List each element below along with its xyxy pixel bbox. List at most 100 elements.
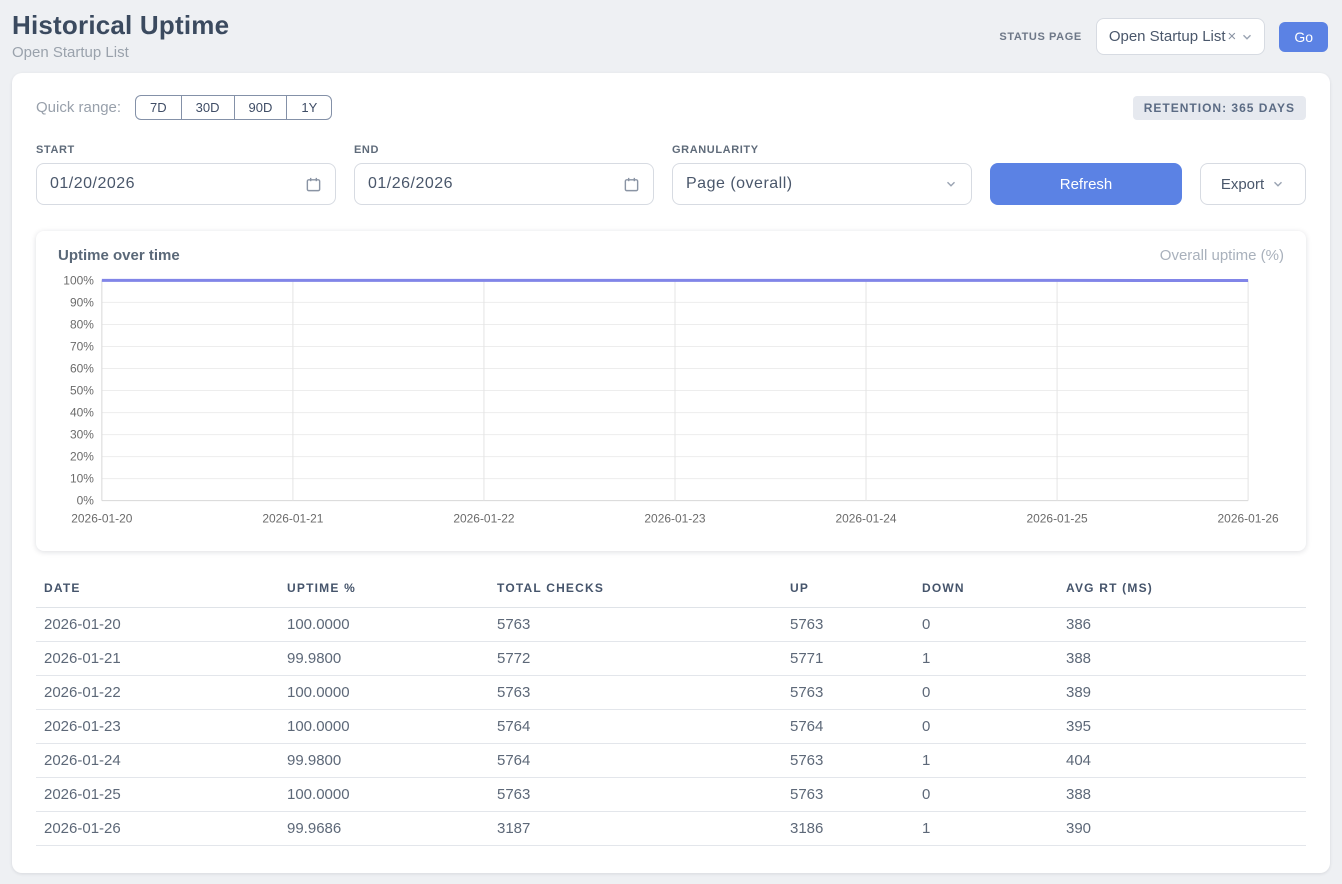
column-header-down: DOWN	[914, 575, 1058, 608]
column-header-total-checks: TOTAL CHECKS	[489, 575, 782, 608]
table-cell: 5772	[489, 642, 782, 676]
chart-header: Uptime over time Overall uptime (%)	[58, 247, 1284, 264]
quick-range-row: Quick range: 7D 30D 90D 1Y RETENTION: 36…	[36, 95, 1306, 120]
table-cell: 2026-01-20	[36, 608, 279, 642]
clear-selection-icon[interactable]: ×	[1228, 28, 1237, 45]
svg-text:20%: 20%	[70, 450, 94, 464]
granularity-selected-value: Page (overall)	[686, 175, 793, 193]
svg-text:0%: 0%	[77, 494, 95, 508]
table-cell: 100.0000	[279, 778, 489, 812]
granularity-label: GRANULARITY	[672, 144, 972, 156]
table-cell: 389	[1058, 676, 1306, 710]
end-date-field: END 01/26/2026	[354, 144, 654, 205]
chevron-down-icon	[1271, 177, 1285, 191]
table-row: 2026-01-2499.9800576457631404	[36, 744, 1306, 778]
calendar-icon[interactable]	[305, 176, 322, 193]
chart-title: Uptime over time	[58, 247, 180, 264]
chevron-down-icon	[944, 177, 958, 191]
table-cell: 100.0000	[279, 676, 489, 710]
column-header-up: UP	[782, 575, 914, 608]
header-controls: STATUS PAGE Open Startup List × Go	[999, 18, 1328, 55]
quick-range-7d-button[interactable]: 7D	[135, 95, 182, 120]
main-card: Quick range: 7D 30D 90D 1Y RETENTION: 36…	[12, 73, 1330, 873]
table-cell: 99.9800	[279, 744, 489, 778]
table-cell: 2026-01-23	[36, 710, 279, 744]
quick-range-30d-button[interactable]: 30D	[181, 95, 235, 120]
table-cell: 0	[914, 608, 1058, 642]
table-cell: 0	[914, 710, 1058, 744]
start-date-field: START 01/20/2026	[36, 144, 336, 205]
table-cell: 0	[914, 676, 1058, 710]
svg-text:10%: 10%	[70, 472, 94, 486]
table-cell: 5763	[489, 608, 782, 642]
table-cell: 388	[1058, 642, 1306, 676]
svg-text:80%: 80%	[70, 317, 94, 331]
end-date-input[interactable]: 01/26/2026	[354, 163, 654, 205]
svg-text:90%: 90%	[70, 295, 94, 309]
table-row: 2026-01-2699.9686318731861390	[36, 812, 1306, 846]
table-row: 2026-01-23100.0000576457640395	[36, 710, 1306, 744]
table-cell: 388	[1058, 778, 1306, 812]
table-cell: 5771	[782, 642, 914, 676]
svg-text:70%: 70%	[70, 339, 94, 353]
svg-text:100%: 100%	[63, 274, 94, 287]
refresh-button[interactable]: Refresh	[990, 163, 1182, 205]
filter-form-row: START 01/20/2026 END 01/26/2026 GRANULAR…	[36, 144, 1306, 205]
table-cell: 99.9686	[279, 812, 489, 846]
chart-card: Uptime over time Overall uptime (%) 0% 10…	[36, 231, 1306, 551]
table-cell: 3187	[489, 812, 782, 846]
export-button-label: Export	[1221, 176, 1264, 193]
table-cell: 395	[1058, 710, 1306, 744]
calendar-icon[interactable]	[623, 176, 640, 193]
table-cell: 0	[914, 778, 1058, 812]
table-cell: 386	[1058, 608, 1306, 642]
table-cell: 5764	[489, 744, 782, 778]
start-date-input[interactable]: 01/20/2026	[36, 163, 336, 205]
table-cell: 100.0000	[279, 608, 489, 642]
table-cell: 5763	[489, 676, 782, 710]
title-block: Historical Uptime Open Startup List	[12, 10, 229, 61]
chart-legend-label: Overall uptime (%)	[1160, 247, 1284, 264]
svg-text:60%: 60%	[70, 361, 94, 375]
svg-text:2026-01-23: 2026-01-23	[644, 512, 705, 526]
table-cell: 1	[914, 812, 1058, 846]
end-date-value: 01/26/2026	[368, 175, 453, 193]
table-cell: 99.9800	[279, 642, 489, 676]
quick-range-90d-button[interactable]: 90D	[234, 95, 288, 120]
table-cell: 5764	[489, 710, 782, 744]
quick-range-1y-button[interactable]: 1Y	[286, 95, 332, 120]
end-date-label: END	[354, 144, 654, 156]
retention-badge: RETENTION: 365 DAYS	[1133, 96, 1306, 120]
go-button[interactable]: Go	[1279, 22, 1328, 52]
column-header-date: DATE	[36, 575, 279, 608]
page-title: Historical Uptime	[12, 10, 229, 41]
table-row: 2026-01-20100.0000576357630386	[36, 608, 1306, 642]
svg-text:2026-01-26: 2026-01-26	[1218, 512, 1279, 526]
status-page-select[interactable]: Open Startup List ×	[1096, 18, 1266, 55]
table-cell: 2026-01-25	[36, 778, 279, 812]
export-button[interactable]: Export	[1200, 163, 1306, 205]
start-date-label: START	[36, 144, 336, 156]
svg-text:2026-01-20: 2026-01-20	[71, 512, 132, 526]
page-subtitle: Open Startup List	[12, 44, 229, 61]
page-header: Historical Uptime Open Startup List STAT…	[0, 0, 1342, 61]
status-page-selected-value: Open Startup List	[1109, 28, 1226, 45]
table-cell: 5763	[782, 676, 914, 710]
start-date-value: 01/20/2026	[50, 175, 135, 193]
table-cell: 2026-01-22	[36, 676, 279, 710]
table-cell: 1	[914, 744, 1058, 778]
svg-text:50%: 50%	[70, 384, 94, 398]
status-page-label: STATUS PAGE	[999, 31, 1081, 43]
table-cell: 2026-01-21	[36, 642, 279, 676]
table-cell: 2026-01-26	[36, 812, 279, 846]
table-cell: 5763	[782, 608, 914, 642]
uptime-table: DATE UPTIME % TOTAL CHECKS UP DOWN AVG R…	[36, 575, 1306, 846]
table-cell: 390	[1058, 812, 1306, 846]
table-cell: 3186	[782, 812, 914, 846]
granularity-field: GRANULARITY Page (overall)	[672, 144, 972, 205]
table-row: 2026-01-2199.9800577257711388	[36, 642, 1306, 676]
table-cell: 2026-01-24	[36, 744, 279, 778]
svg-text:30%: 30%	[70, 428, 94, 442]
column-header-avg-rt: AVG RT (MS)	[1058, 575, 1306, 608]
granularity-select[interactable]: Page (overall)	[672, 163, 972, 205]
